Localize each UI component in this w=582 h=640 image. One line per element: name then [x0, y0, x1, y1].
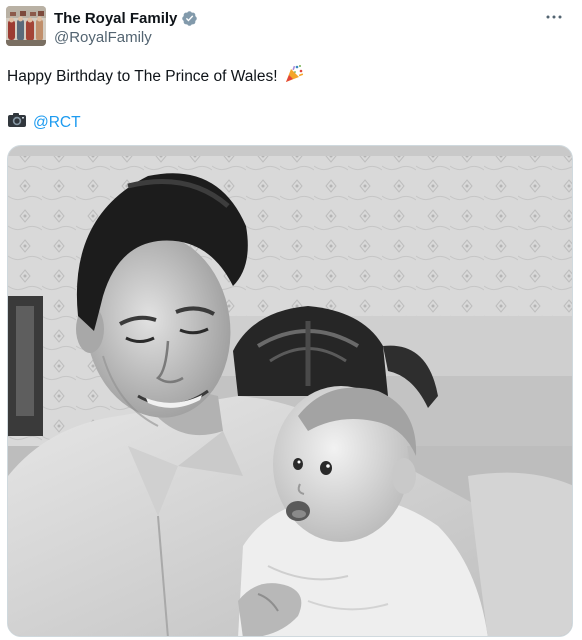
tweet-text-row: Happy Birthday to The Prince of Wales! [7, 64, 304, 90]
display-name-row: The Royal Family [54, 8, 198, 28]
display-name[interactable]: The Royal Family [54, 10, 177, 27]
camera-icon [7, 111, 27, 135]
avatar[interactable] [6, 6, 46, 46]
tweet: The Royal Family @RoyalFamily Happy Birt… [0, 0, 582, 640]
author-block: The Royal Family @RoyalFamily [54, 8, 198, 46]
tweet-text: Happy Birthday to The Prince of Wales! [7, 68, 278, 85]
tweet-photo[interactable] [7, 145, 573, 637]
tweet-header: The Royal Family @RoyalFamily [6, 6, 572, 48]
more-options-icon[interactable] [540, 6, 568, 28]
party-popper-icon [284, 64, 304, 90]
rct-mention-link[interactable]: @RCT [33, 113, 81, 133]
author-handle[interactable]: @RoyalFamily [54, 29, 198, 46]
verified-badge-icon[interactable] [181, 10, 198, 27]
photo-credit: @RCT [7, 111, 81, 135]
